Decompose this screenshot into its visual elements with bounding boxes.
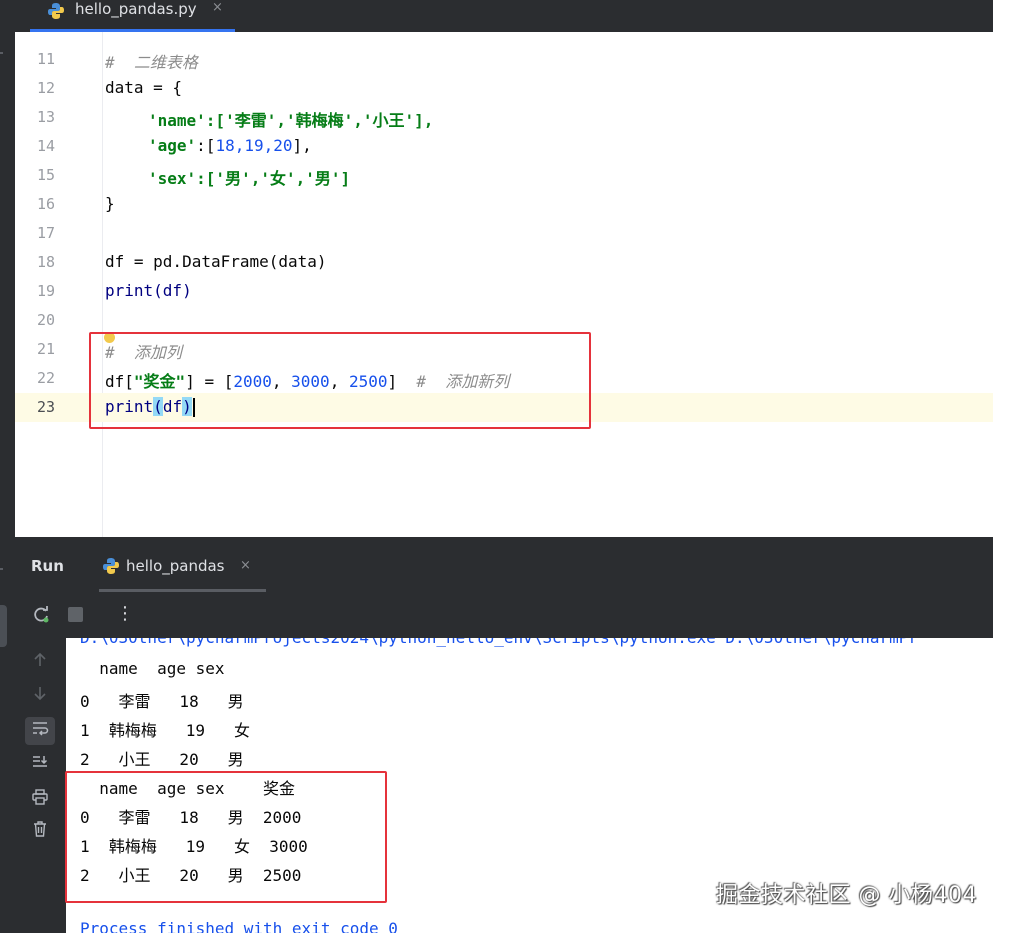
strip-knob[interactable] (0, 605, 7, 647)
console-line: 1 韩梅梅 19 女 (80, 721, 250, 740)
scroll-up-icon[interactable] (25, 649, 55, 677)
console-command-line: D:\030ther\pycharmProjects2024\python_he… (80, 638, 918, 647)
more-options-icon[interactable]: ⋮ (116, 603, 134, 624)
console-line: 2 小王 20 男 (80, 750, 244, 769)
code-line: 15 'sex':['男','女','男'] (15, 161, 993, 190)
code-text: 'age':[18,19,20], (148, 136, 312, 155)
run-panel-header: Run hello_pandas × (15, 537, 993, 592)
line-number: 17 (36, 224, 55, 242)
code-text: # 二维表格 (105, 53, 198, 72)
code-text: 'name':['李雷','韩梅梅','小王'], (148, 111, 434, 130)
scroll-down-icon[interactable] (25, 682, 55, 710)
highlight-box-output (65, 771, 387, 903)
tab-label: hello_pandas.py (75, 0, 197, 18)
right-margin (993, 0, 1019, 933)
rerun-icon[interactable] (31, 605, 51, 625)
code-line: 20 (15, 306, 993, 335)
line-number: 22 (36, 369, 55, 387)
code-line: 14 'age':[18,19,20], (15, 132, 993, 161)
editor-tab-bar: hello_pandas.py × (15, 0, 993, 32)
code-line: 12 data = { (15, 74, 993, 103)
line-number: 12 (36, 79, 55, 97)
code-line: 13 'name':['李雷','韩梅梅','小王'], (15, 103, 993, 132)
line-number: 21 (36, 340, 55, 358)
console-line: 0 李雷 18 男 (80, 692, 244, 711)
line-number: 11 (36, 50, 55, 68)
run-tab-label: hello_pandas (126, 557, 225, 575)
print-icon[interactable] (25, 786, 55, 814)
tab-hello-pandas-py[interactable]: hello_pandas.py × (30, 0, 235, 32)
line-number: 15 (36, 166, 55, 184)
line-number: 19 (36, 282, 55, 300)
run-side-toolbar (15, 638, 66, 933)
watermark: 掘金技术社区 @ 小杨404 (716, 883, 977, 908)
scroll-to-end-icon[interactable] (25, 751, 55, 779)
python-file-icon (102, 557, 120, 579)
strip-tick (0, 568, 3, 570)
left-tool-strip (0, 0, 15, 933)
line-number: 14 (36, 137, 55, 155)
strip-tick (0, 52, 3, 54)
code-text: print(df) (105, 281, 192, 300)
line-number: 18 (36, 253, 55, 271)
console-exit-line: Process finished with exit code 0 (80, 919, 398, 933)
line-number: 16 (36, 195, 55, 213)
run-toolbar: ⋮ (15, 592, 993, 638)
close-icon[interactable]: × (212, 0, 223, 16)
code-text: 'sex':['男','女','男'] (148, 169, 351, 188)
code-text: } (105, 194, 115, 213)
code-line: 19 print(df) (15, 277, 993, 306)
close-icon[interactable]: × (240, 558, 251, 573)
line-number: 13 (36, 108, 55, 126)
code-editor[interactable]: 11 # 二维表格 12 data = { 13 'name':['李雷','韩… (15, 32, 993, 537)
line-number: 23 (36, 398, 55, 416)
code-line: 17 (15, 219, 993, 248)
soft-wrap-icon[interactable] (25, 717, 55, 745)
line-number: 20 (36, 311, 55, 329)
python-file-icon (47, 2, 65, 24)
code-line: 16 } (15, 190, 993, 219)
run-tab-hello-pandas[interactable]: hello_pandas × (99, 537, 266, 592)
highlight-box-code (89, 332, 591, 429)
run-panel-title: Run (31, 557, 64, 575)
trash-icon[interactable] (25, 819, 55, 847)
code-text: df = pd.DataFrame(data) (105, 252, 327, 271)
console-line: name age sex (80, 659, 225, 678)
stop-icon[interactable] (68, 607, 83, 622)
code-line: 18 df = pd.DataFrame(data) (15, 248, 993, 277)
code-line: 11 # 二维表格 (15, 45, 993, 74)
code-text: data = { (105, 78, 183, 97)
